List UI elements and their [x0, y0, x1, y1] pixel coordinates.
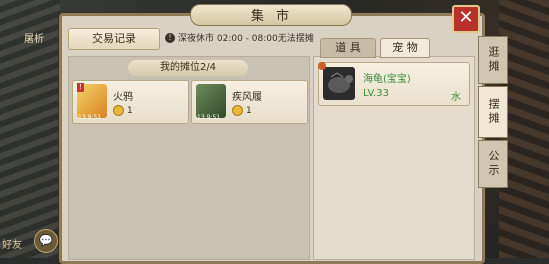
hud-location-label: 屠析 [24, 34, 44, 45]
tab-tools[interactable]: 道 具 [320, 38, 376, 58]
side-tab-notice[interactable]: 公示 [478, 140, 508, 188]
side-tab-stall[interactable]: 摆摊 [478, 86, 508, 138]
tab-pets[interactable]: 宠 物 [380, 38, 430, 58]
stall-count-heading: 我的摊位2/4 [128, 60, 248, 76]
alert-badge: ! [77, 83, 84, 92]
item-name: 疾风履 [232, 92, 262, 103]
pet-level: LV.33 [363, 88, 389, 99]
item-price: 1 [113, 105, 133, 116]
stall-item[interactable]: ! 13.9:51 火鸦 1 [72, 80, 189, 124]
boots-icon [196, 84, 226, 118]
item-timer: 13.9:51 [197, 114, 221, 121]
window-title: 集市 [250, 9, 301, 24]
side-tab-browse[interactable]: 逛摊 [478, 36, 508, 84]
coin-icon [232, 105, 243, 116]
item-price-value: 1 [127, 105, 133, 116]
pet-name: 海龟(宝宝) [363, 74, 411, 85]
item-timer: 13.9:51 [78, 114, 102, 121]
turtle-icon [323, 67, 355, 100]
hud-friend-label[interactable]: 好友 [2, 236, 22, 251]
item-price: 1 [232, 105, 252, 116]
market-notice: ! 深夜休市 02:00 - 08:00无法摆摊 [165, 31, 314, 44]
close-button[interactable]: ✕ [452, 5, 480, 33]
item-price-value: 1 [246, 105, 252, 116]
item-name: 火鸦 [113, 92, 133, 103]
pet-card[interactable]: 海龟(宝宝) LV.33 水 [318, 62, 470, 106]
stall-item[interactable]: 13.9:51 疾风履 1 [191, 80, 308, 124]
pet-element: 水 [451, 92, 461, 103]
coin-icon [113, 105, 124, 116]
window-title-plate: 集市 [190, 4, 352, 26]
info-icon: ! [165, 32, 175, 43]
trade-records-button[interactable]: 交易记录 [68, 28, 160, 50]
new-badge-icon [318, 62, 326, 70]
notice-text: 深夜休市 02:00 - 08:00无法摆摊 [178, 34, 314, 44]
chat-icon[interactable]: 💬 [34, 229, 58, 253]
